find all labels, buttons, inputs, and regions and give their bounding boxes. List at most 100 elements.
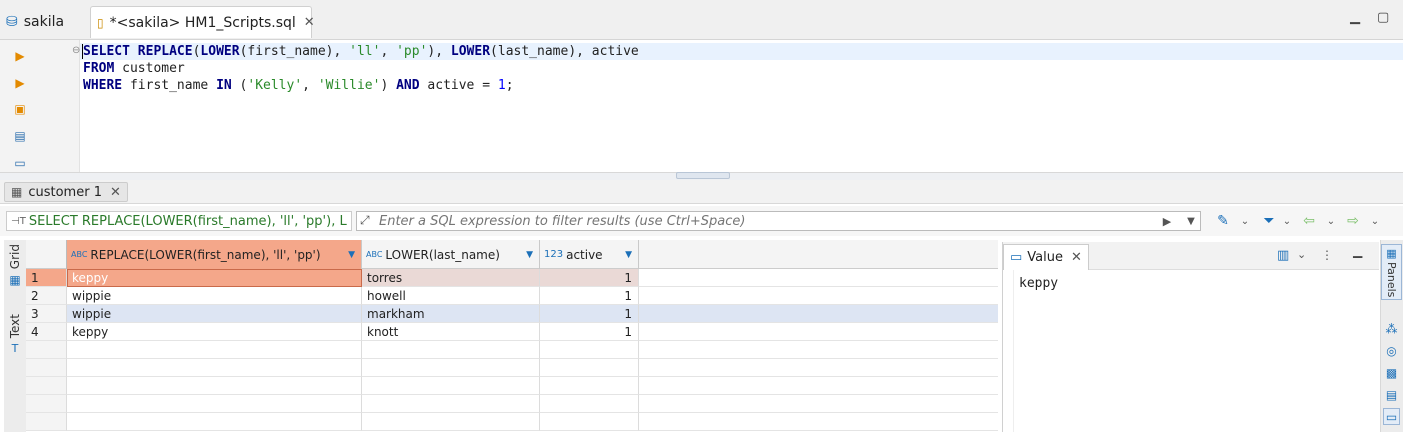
table-cell[interactable]: knott (362, 323, 540, 341)
filter-icon[interactable]: ⏷ (1260, 212, 1278, 230)
table-row[interactable]: 3 wippie markham 1 (26, 305, 998, 323)
table-cell[interactable]: keppy (67, 323, 362, 341)
forward-icon[interactable]: ⇨ (1344, 212, 1362, 230)
maximize-button[interactable]: ▢ (1377, 10, 1389, 25)
line-number-ruler (40, 40, 80, 172)
filter-history-icon[interactable]: ▼ (1182, 212, 1200, 230)
tab-sql-script[interactable]: ▯ *<sakila> HM1_Scripts.sql ✕ (90, 6, 315, 38)
back-icon[interactable]: ⇦ (1300, 212, 1318, 230)
table-cell[interactable] (67, 413, 362, 431)
chevron-down-icon[interactable]: ⌄ (1366, 212, 1384, 230)
close-icon[interactable]: ✕ (110, 185, 121, 200)
value-panel: ▭ Value ✕ ▥ ⌄ ⋮ ▁ keppy (1002, 242, 1379, 432)
column-header[interactable]: 123 active ▼ (540, 240, 639, 269)
table-cell[interactable] (540, 359, 639, 377)
apply-filter-icon[interactable]: ▶ (1158, 212, 1176, 230)
table-cell[interactable] (67, 377, 362, 395)
panels-toggle[interactable]: ▦ Panels (1381, 244, 1402, 301)
filter-input[interactable] (356, 211, 1201, 231)
chevron-down-icon[interactable]: ⌄ (1236, 212, 1254, 230)
table-cell[interactable]: 1 (540, 269, 639, 287)
code-token: 'll' (349, 44, 381, 59)
table-cell[interactable]: keppy (67, 269, 362, 287)
column-header[interactable]: ABC LOWER(last_name) ▼ (362, 240, 540, 269)
explain-plan-icon[interactable]: ▤ (12, 128, 28, 144)
table-cell[interactable] (362, 413, 540, 431)
code-token: IN (216, 78, 240, 93)
code-line: SELECT REPLACE(LOWER(first_name), 'll', … (83, 43, 639, 60)
content-viewer-icon[interactable]: ▥ (1277, 248, 1289, 263)
tab-customer-1[interactable]: ▦ customer 1 ✕ (4, 182, 128, 202)
table-cell[interactable] (362, 341, 540, 359)
execute-script-icon[interactable]: ▣ (12, 101, 28, 117)
more-options-icon[interactable]: ⋮ (1321, 248, 1333, 262)
table-cell[interactable] (67, 395, 362, 413)
chevron-down-icon[interactable]: ⌄ (1297, 248, 1306, 261)
tab-sakila[interactable]: ⛁ sakila (6, 6, 64, 38)
sql-editor[interactable]: SELECT REPLACE(LOWER(first_name), 'll', … (80, 40, 1403, 172)
table-cell[interactable] (540, 395, 639, 413)
code-token: AND (396, 78, 428, 93)
console-icon[interactable]: ▭ (12, 155, 28, 171)
execute-statement-icon[interactable]: ▶ (12, 48, 28, 64)
table-cell[interactable] (67, 341, 362, 359)
close-icon[interactable]: ✕ (1071, 250, 1082, 265)
table-cell[interactable]: howell (362, 287, 540, 305)
value-editor[interactable] (1013, 270, 1379, 432)
table-cell[interactable]: markham (362, 305, 540, 323)
table-cell[interactable] (540, 413, 639, 431)
row-number (26, 359, 67, 377)
type-icon: 123 (544, 249, 564, 260)
results-grid[interactable]: ABC REPLACE(LOWER(first_name), 'll', 'pp… (26, 240, 998, 432)
table-cell[interactable]: wippie (67, 287, 362, 305)
tab-grid[interactable]: Grid ▦ (4, 244, 26, 287)
table-row[interactable]: 2 wippie howell 1 (26, 287, 998, 305)
table-cell[interactable] (67, 359, 362, 377)
table-cell (639, 341, 998, 359)
chevron-down-icon[interactable]: ⌄ (1322, 212, 1340, 230)
aggregate-icon[interactable]: ◎ (1383, 342, 1400, 359)
expand-icon[interactable]: ⤢ (360, 213, 370, 228)
table-row[interactable] (26, 359, 998, 377)
query-text[interactable]: ⊣T SELECT REPLACE(LOWER(first_name), 'll… (6, 211, 352, 231)
grouping-icon[interactable]: ▩ (1383, 364, 1400, 381)
tab-text[interactable]: Text T (4, 314, 26, 355)
table-row[interactable] (26, 377, 998, 395)
references-icon[interactable]: ⁂ (1383, 320, 1400, 337)
table-cell[interactable]: 1 (540, 305, 639, 323)
clear-filter-icon[interactable]: ✎ (1214, 212, 1232, 230)
minimize-button[interactable]: ▁ (1353, 244, 1362, 258)
table-cell[interactable]: torres (362, 269, 540, 287)
chevron-down-icon[interactable]: ⌄ (1278, 212, 1296, 230)
table-row[interactable] (26, 413, 998, 431)
tab-label: sakila (23, 14, 65, 30)
table-cell[interactable]: 1 (540, 323, 639, 341)
code-token: active = (427, 78, 498, 93)
table-row[interactable]: 4 keppy knott 1 (26, 323, 998, 341)
splitter-handle[interactable] (676, 172, 730, 179)
table-cell[interactable] (540, 377, 639, 395)
table-cell[interactable] (362, 377, 540, 395)
minimize-button[interactable]: ▁ (1350, 10, 1360, 25)
tab-value[interactable]: ▭ Value ✕ (1003, 244, 1089, 270)
table-cell[interactable] (362, 395, 540, 413)
table-row[interactable] (26, 341, 998, 359)
sort-icon[interactable]: ▼ (526, 250, 533, 260)
table-row[interactable] (26, 395, 998, 413)
close-icon[interactable]: ✕ (304, 15, 315, 30)
code-token: , (302, 78, 318, 93)
table-cell[interactable] (362, 359, 540, 377)
table-cell[interactable]: 1 (540, 287, 639, 305)
sort-icon[interactable]: ▼ (348, 250, 355, 260)
value-text[interactable]: keppy (1019, 276, 1058, 291)
value-viewer-icon[interactable]: ▭ (1383, 408, 1400, 425)
table-cell (639, 413, 998, 431)
table-cell[interactable]: wippie (67, 305, 362, 323)
column-header[interactable]: ABC REPLACE(LOWER(first_name), 'll', 'pp… (67, 240, 362, 269)
table-row[interactable]: 1 keppy torres 1 (26, 269, 998, 287)
table-cell[interactable] (540, 341, 639, 359)
execute-in-new-tab-icon[interactable]: ▶ (12, 75, 28, 91)
sort-icon[interactable]: ▼ (625, 250, 632, 260)
code-token: FROM (83, 61, 123, 76)
metadata-icon[interactable]: ▤ (1383, 386, 1400, 403)
